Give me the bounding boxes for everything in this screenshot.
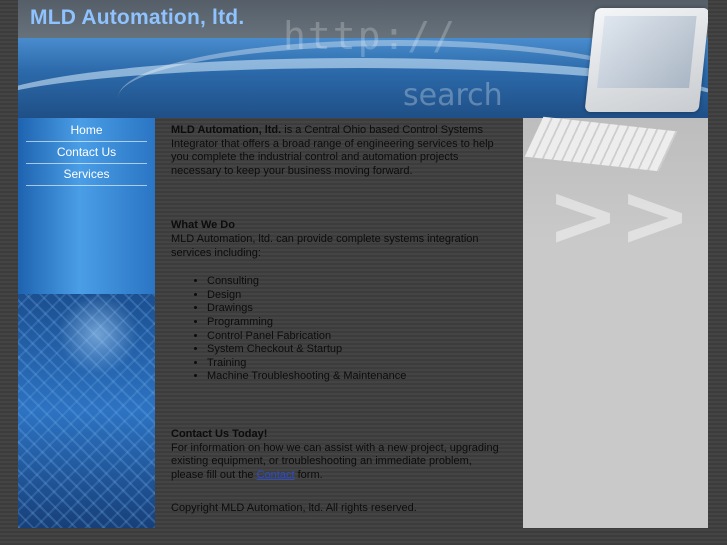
contact-form-link[interactable]: Contact: [257, 469, 295, 481]
monitor-screen: [597, 16, 697, 88]
nav-link-contact-us[interactable]: Contact Us: [26, 142, 147, 164]
main-nav: Home Contact Us Services: [26, 120, 147, 186]
list-item: Training: [207, 357, 506, 371]
what-we-do-text: MLD Automation, ltd. can provide complet…: [171, 232, 479, 259]
computer-monitor-icon: [584, 8, 708, 112]
site-title: MLD Automation, ltd.: [30, 6, 245, 29]
header-banner: http:// search MLD Automation, ltd.: [18, 0, 708, 118]
contact-paragraph: For information on how we can assist wit…: [171, 442, 506, 483]
keyboard-image: [524, 116, 678, 172]
header-search-watermark: search: [403, 78, 503, 113]
list-item: System Checkout & Startup: [207, 343, 506, 357]
circuit-board-image: [18, 294, 155, 528]
company-name: MLD Automation, ltd.: [171, 124, 282, 136]
main-content: MLD Automation, ltd. is a Central Ohio b…: [171, 124, 506, 516]
header-url-watermark: http://: [283, 14, 458, 58]
services-list: Consulting Design Drawings Programming C…: [171, 275, 506, 384]
list-item: Programming: [207, 316, 506, 330]
what-we-do-heading: What We Do: [171, 219, 235, 232]
chevron-right-icon: >>: [547, 166, 692, 266]
contact-heading: Contact Us Today!: [171, 427, 268, 440]
list-item: Control Panel Fabrication: [207, 330, 506, 344]
list-item: Drawings: [207, 302, 506, 316]
copyright-text: Copyright MLD Automation, ltd. All right…: [171, 502, 417, 515]
nav-link-services[interactable]: Services: [26, 164, 147, 186]
list-item: Consulting: [207, 275, 506, 289]
right-decorative-panel: >>: [523, 116, 708, 528]
sidebar: Home Contact Us Services: [18, 118, 155, 528]
nav-link-home[interactable]: Home: [26, 120, 147, 142]
contact-text: For information on how we can assist wit…: [171, 441, 499, 481]
intro-paragraph: MLD Automation, ltd. is a Central Ohio b…: [171, 124, 506, 178]
contact-text-end: form.: [294, 468, 323, 481]
list-item: Design: [207, 289, 506, 303]
list-item: Machine Troubleshooting & Maintenance: [207, 370, 506, 384]
